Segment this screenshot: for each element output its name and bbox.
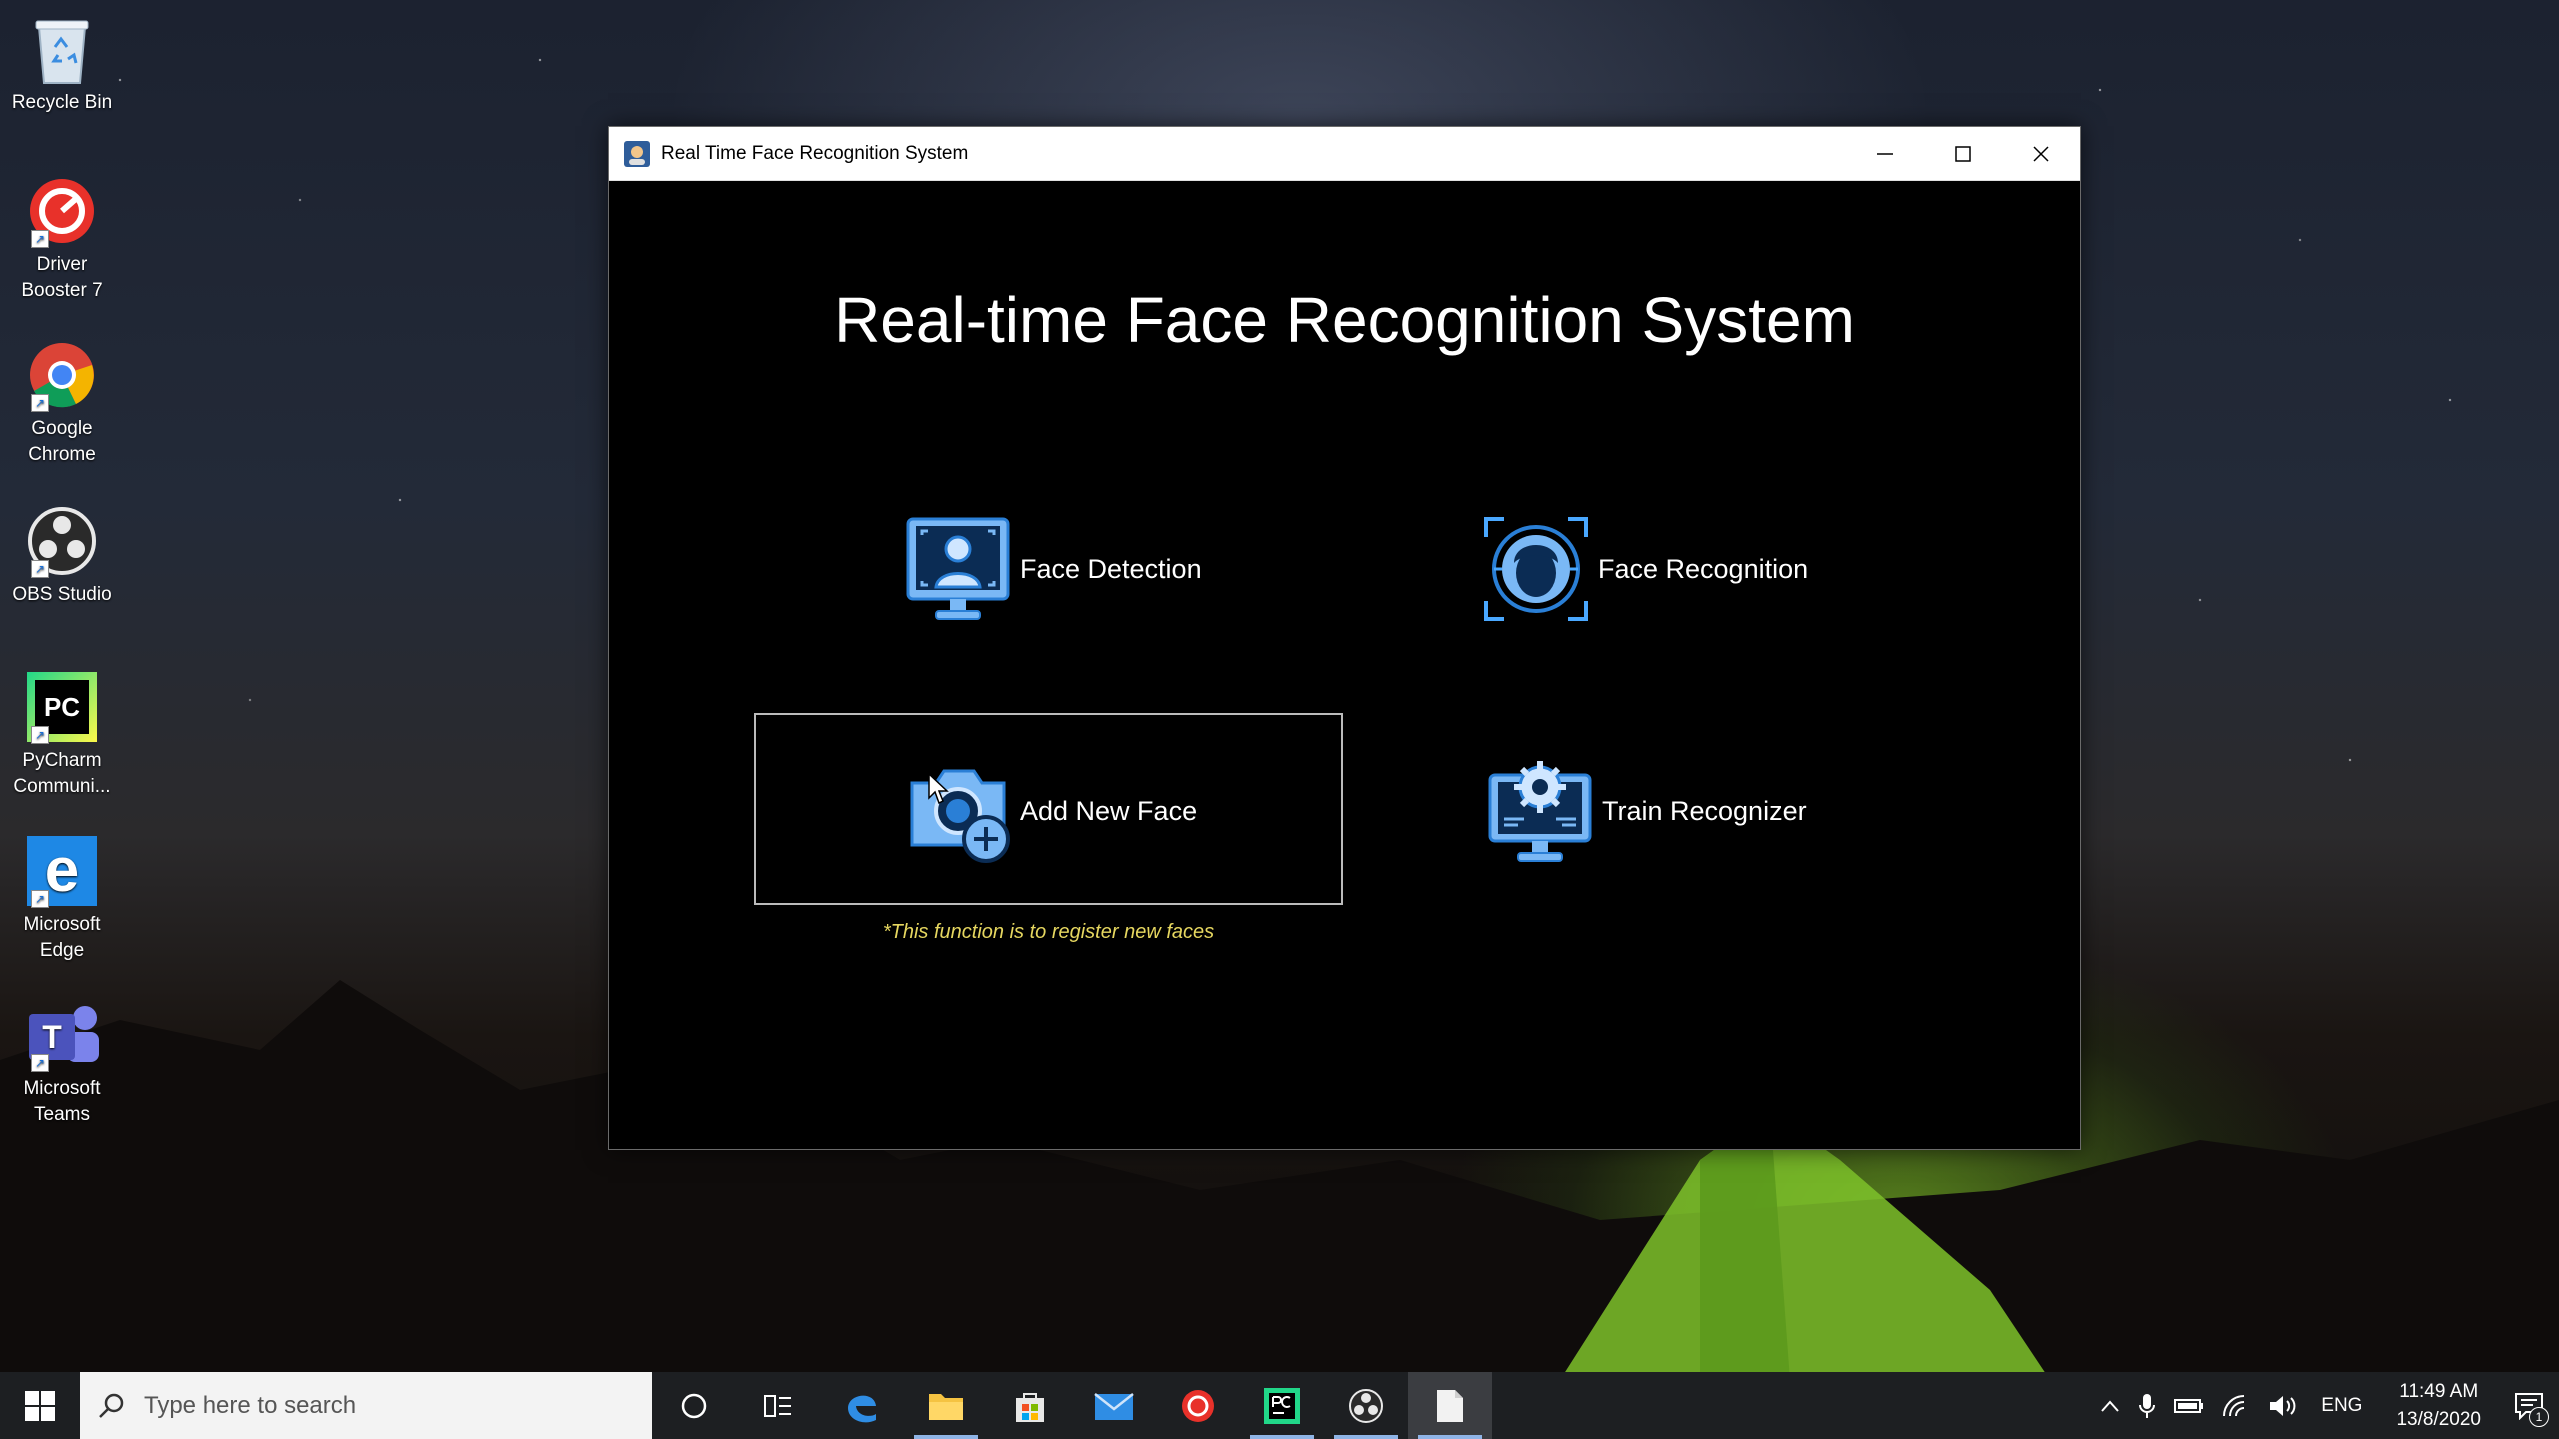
shortcut-arrow-icon: ↗: [31, 1054, 49, 1072]
taskbar-pycharm-button[interactable]: [1240, 1372, 1324, 1439]
desktop-icon-teams[interactable]: T ↗ Microsoft Teams: [6, 994, 118, 1128]
volume-button[interactable]: [2259, 1372, 2305, 1439]
face-detection-button[interactable]: Face Detection: [902, 513, 1202, 625]
desktop-icon-label: Google Chrome: [28, 418, 96, 465]
minimize-button[interactable]: [1846, 127, 1924, 180]
mail-icon: [1094, 1392, 1134, 1420]
add-new-face-label: Add New Face: [1020, 795, 1198, 826]
desktop-icon-pycharm[interactable]: PC ↗ PyCharm Communi...: [6, 666, 118, 800]
obs-icon: ↗: [21, 500, 103, 582]
app-window: Real Time Face Recognition System Real-t…: [608, 126, 2081, 1150]
edge-icon: e ↗: [21, 830, 103, 912]
microphone-button[interactable]: [2129, 1372, 2165, 1439]
microphone-icon: [2139, 1393, 2156, 1418]
close-button[interactable]: [2002, 127, 2080, 180]
task-view-button[interactable]: [736, 1372, 820, 1439]
face-recognition-button[interactable]: Face Recognition: [1480, 513, 1808, 625]
cortana-button[interactable]: [652, 1372, 736, 1439]
desktop-icon-obs[interactable]: ↗ OBS Studio: [6, 500, 118, 608]
windows-logo-icon: [25, 1390, 55, 1421]
desktop-icon-label: OBS Studio: [12, 584, 112, 605]
mouse-cursor-icon: [928, 773, 949, 805]
recycle-bin-icon: [21, 8, 103, 90]
document-icon: [1437, 1389, 1463, 1422]
desktop-icon-label: PyCharm Communi...: [13, 750, 111, 797]
taskbar-store-button[interactable]: [988, 1372, 1072, 1439]
show-hidden-icons-button[interactable]: [2091, 1372, 2129, 1439]
battery-button[interactable]: [2165, 1372, 2213, 1439]
obs-icon: [1349, 1388, 1383, 1423]
add-new-face-note: *This function is to register new faces: [882, 921, 1215, 943]
maximize-icon: [1955, 145, 1971, 162]
desktop-icon-label: Recycle Bin: [11, 92, 113, 113]
edge-icon: [848, 1395, 876, 1422]
window-titlebar[interactable]: Real Time Face Recognition System: [609, 127, 2080, 181]
shortcut-arrow-icon: ↗: [31, 394, 49, 412]
system-tray: ENG 11:49 AM 13/8/2020 1: [2091, 1372, 2559, 1439]
task-view-icon: [764, 1394, 791, 1417]
monitor-gear-icon: [1488, 761, 1592, 862]
search-placeholder: Type here to search: [144, 1391, 357, 1419]
speaker-icon: [2270, 1395, 2296, 1416]
taskbar-edge-button[interactable]: [820, 1372, 904, 1439]
taskbar: Type here to search ENG 11:49 AM 13/8/20…: [0, 1372, 2559, 1439]
clock-date: 13/8/2020: [2396, 1408, 2481, 1430]
input-language-button[interactable]: ENG: [2305, 1372, 2378, 1439]
shortcut-arrow-icon: ↗: [31, 560, 49, 578]
face-detection-label: Face Detection: [1020, 553, 1202, 584]
notification-count-badge: 1: [2529, 1407, 2549, 1427]
face-recognition-label: Face Recognition: [1598, 553, 1809, 584]
pycharm-icon: [1264, 1387, 1300, 1424]
window-title: Real Time Face Recognition System: [661, 142, 969, 164]
driver-booster-icon: [1182, 1389, 1214, 1422]
folder-icon: [929, 1393, 963, 1420]
taskbar-search-box[interactable]: Type here to search: [80, 1372, 652, 1439]
pycharm-icon: PC ↗: [21, 666, 103, 748]
train-recognizer-button[interactable]: Train Recognizer: [1484, 755, 1807, 867]
network-button[interactable]: [2213, 1372, 2259, 1439]
taskbar-face-recognition-app-button[interactable]: [1408, 1372, 1492, 1439]
window-controls: [1846, 127, 2080, 180]
clock-time: 11:49 AM: [2399, 1380, 2479, 1402]
shortcut-arrow-icon: ↗: [31, 230, 49, 248]
desktop-icon-driver-booster[interactable]: ↗ Driver Booster 7: [6, 170, 118, 304]
camera-add-icon: [910, 769, 1010, 863]
store-icon: [1016, 1392, 1044, 1422]
add-new-face-button[interactable]: Add New Face: [902, 755, 1197, 867]
taskbar-obs-button[interactable]: [1324, 1372, 1408, 1439]
train-recognizer-label: Train Recognizer: [1602, 795, 1807, 826]
desktop-icon-label: Microsoft Teams: [23, 1078, 101, 1125]
desktop-icon-label: Microsoft Edge: [23, 914, 101, 961]
action-center-button[interactable]: 1: [2499, 1372, 2559, 1439]
shortcut-arrow-icon: ↗: [31, 890, 49, 908]
cortana-icon: [681, 1393, 707, 1418]
shortcut-arrow-icon: ↗: [31, 726, 49, 744]
page-title: Real-time Face Recognition System: [834, 284, 1855, 356]
taskbar-driver-booster-button[interactable]: [1156, 1372, 1240, 1439]
face-scan-icon: [1484, 517, 1588, 621]
chevron-up-icon: [2101, 1399, 2120, 1412]
start-button[interactable]: [0, 1372, 80, 1439]
battery-icon: [2174, 1398, 2204, 1413]
teams-icon: T ↗: [21, 994, 103, 1076]
driver-booster-icon: ↗: [21, 170, 103, 252]
search-icon: [99, 1393, 124, 1418]
app-window-icon: [624, 140, 650, 167]
desktop-icon-label: Driver Booster 7: [21, 254, 103, 301]
monitor-face-icon: [906, 517, 1010, 620]
close-icon: [2033, 145, 2049, 162]
desktop-icon-chrome[interactable]: ↗ Google Chrome: [6, 334, 118, 468]
taskbar-file-explorer-button[interactable]: [904, 1372, 988, 1439]
desktop-icon-edge[interactable]: e ↗ Microsoft Edge: [6, 830, 118, 964]
chrome-icon: ↗: [21, 334, 103, 416]
wifi-icon: [2223, 1394, 2245, 1416]
window-client-area: Real-time Face Recognition System Face D…: [612, 183, 2077, 1146]
desktop-icon-recycle-bin[interactable]: Recycle Bin: [6, 8, 118, 116]
taskbar-mail-button[interactable]: [1072, 1372, 1156, 1439]
clock-button[interactable]: 11:49 AM 13/8/2020: [2378, 1378, 2499, 1434]
minimize-icon: [1877, 152, 1893, 155]
maximize-button[interactable]: [1924, 127, 2002, 180]
